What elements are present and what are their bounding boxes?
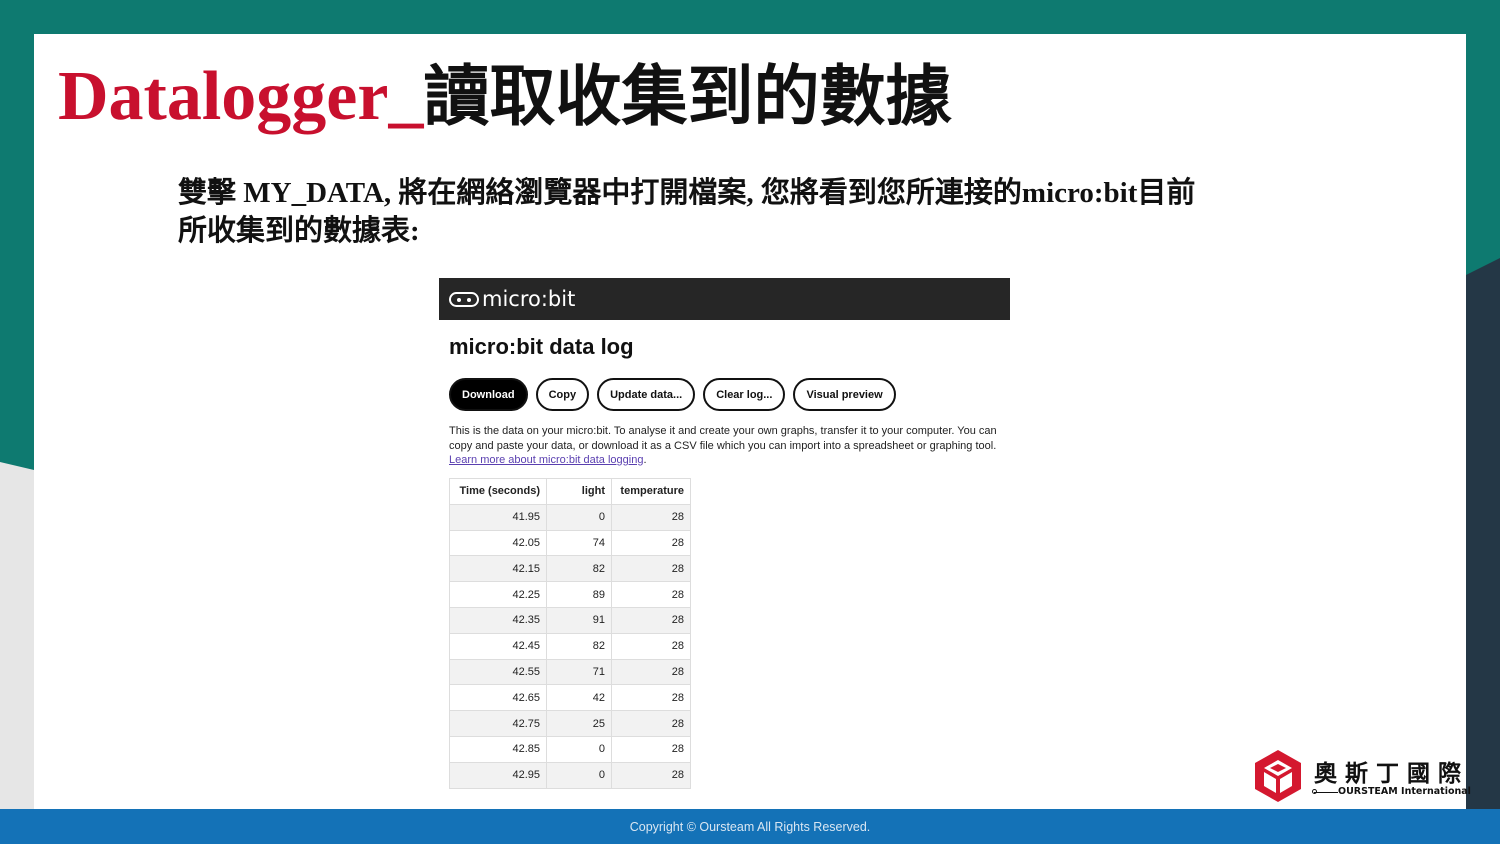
cell-time: 42.85 (449, 735, 547, 763)
cell-light: 82 (546, 632, 612, 660)
info-text: This is the data on your micro:bit. To a… (449, 425, 997, 452)
cell-temperature: 28 (611, 606, 691, 634)
cell-light: 0 (546, 503, 612, 531)
description-line-2: 所收集到的數據表: (178, 215, 420, 247)
cell-time: 42.55 (449, 658, 547, 686)
table-row: 42.25 89 28 (449, 581, 691, 608)
title-chinese: 讀取收集到的數據 (423, 58, 952, 135)
cell-temperature: 28 (611, 632, 691, 660)
microbit-logo-text: micro:bit (482, 287, 576, 311)
learn-more-link[interactable]: Learn more about micro:bit data logging (449, 454, 643, 466)
cell-time: 42.05 (449, 529, 547, 557)
slide-title: Datalogger_讀取收集到的數據 (58, 52, 951, 142)
brand-name-english: OURSTEAM International (1338, 786, 1471, 797)
cell-temperature: 28 (611, 503, 691, 531)
info-text-end: . (643, 454, 647, 466)
download-button[interactable]: Download (449, 378, 528, 411)
cell-time: 42.25 (449, 581, 547, 608)
table-row: 42.45 82 28 (449, 632, 691, 660)
brand-line (1314, 792, 1338, 793)
cell-light: 25 (546, 710, 612, 737)
table-row: 42.65 42 28 (449, 684, 691, 712)
cell-time: 42.35 (449, 606, 547, 634)
table-header-row: Time (seconds) light temperature (449, 478, 691, 505)
cell-light: 74 (546, 529, 612, 557)
cell-time: 42.15 (449, 555, 547, 583)
microbit-header-bar: micro:bit (439, 278, 1010, 320)
table-row: 42.05 74 28 (449, 529, 691, 557)
footer-bar: Copyright © Oursteam All Rights Reserved… (0, 809, 1500, 844)
cell-time: 42.75 (449, 710, 547, 737)
column-header-light: light (546, 478, 612, 505)
table-row: 42.15 82 28 (449, 555, 691, 583)
microbit-screenshot: micro:bit micro:bit data log Download Co… (439, 278, 1010, 798)
slide-panel: Datalogger_讀取收集到的數據 雙擊 MY_DATA, 將在網絡瀏覽器中… (34, 34, 1466, 809)
cell-light: 0 (546, 735, 612, 763)
info-paragraph: This is the data on your micro:bit. To a… (449, 424, 1009, 468)
cell-temperature: 28 (611, 735, 691, 763)
cell-temperature: 28 (611, 555, 691, 583)
cell-temperature: 28 (611, 761, 691, 789)
copy-button[interactable]: Copy (535, 378, 590, 411)
cell-temperature: 28 (611, 684, 691, 712)
cell-light: 89 (546, 581, 612, 608)
title-english: Datalogger_ (58, 58, 424, 135)
table-row: 42.95 0 28 (449, 761, 691, 789)
table-row: 41.95 0 28 (449, 503, 691, 531)
cell-time: 42.65 (449, 684, 547, 712)
slide-description: 雙擊 MY_DATA, 將在網絡瀏覽器中打開檔案, 您將看到您所連接的micro… (178, 174, 1298, 250)
table-row: 42.75 25 28 (449, 710, 691, 737)
cell-temperature: 28 (611, 529, 691, 557)
update-data-button[interactable]: Update data... (597, 378, 696, 411)
data-log-table: Time (seconds) light temperature 41.95 0 2… (449, 478, 691, 789)
cell-light: 82 (546, 555, 612, 583)
cell-temperature: 28 (611, 710, 691, 737)
table-row: 42.55 71 28 (449, 658, 691, 686)
cell-light: 91 (546, 606, 612, 634)
column-header-temperature: temperature (611, 478, 691, 505)
microbit-logo-icon (449, 291, 479, 307)
cell-temperature: 28 (611, 658, 691, 686)
column-header-time: Time (seconds) (449, 478, 547, 505)
cell-temperature: 28 (611, 581, 691, 608)
page-heading: micro:bit data log (449, 334, 634, 359)
cell-time: 41.95 (449, 503, 547, 531)
table-row: 42.85 0 28 (449, 735, 691, 763)
brand-logo: 奧斯丁國際 OURSTEAM International (1252, 748, 1471, 808)
brand-name-chinese: 奧斯丁國際 (1314, 761, 1469, 787)
description-line-1: 雙擊 MY_DATA, 將在網絡瀏覽器中打開檔案, 您將看到您所連接的micro… (178, 177, 1196, 209)
copyright-text: Copyright © Oursteam All Rights Reserved… (629, 819, 871, 834)
action-buttons: Download Copy Update data... Clear log..… (449, 378, 896, 411)
clear-log-button[interactable]: Clear log... (703, 378, 786, 411)
cell-time: 42.95 (449, 761, 547, 789)
visual-preview-button[interactable]: Visual preview (793, 378, 896, 411)
table-row: 42.35 91 28 (449, 606, 691, 634)
cell-light: 42 (546, 684, 612, 712)
table-body: 41.95 0 28 42.05 74 28 42.15 82 28 42.25 89 28 42.35… (449, 503, 691, 789)
cell-light: 71 (546, 658, 612, 686)
oursteam-cube-icon (1255, 750, 1301, 802)
cell-light: 0 (546, 761, 612, 789)
cell-time: 42.45 (449, 632, 547, 660)
